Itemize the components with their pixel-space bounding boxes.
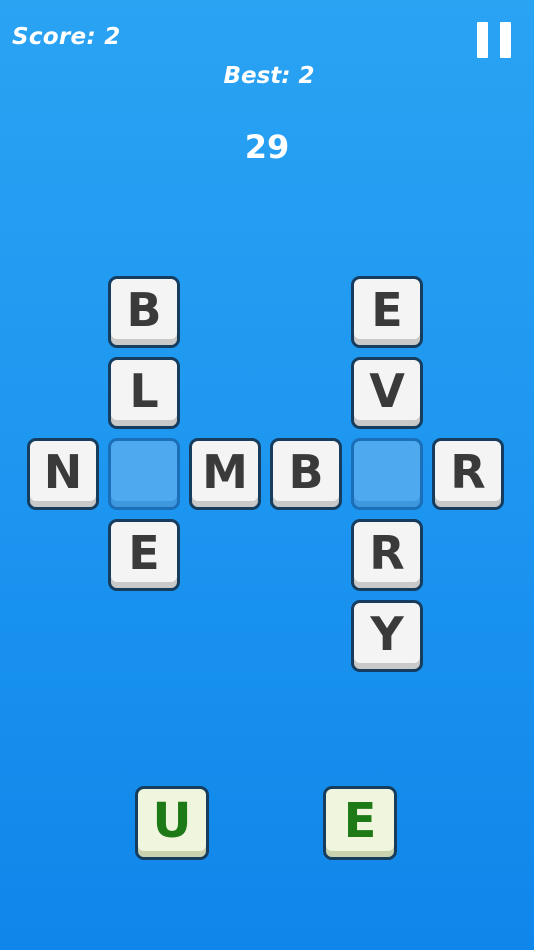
board-tile: B — [108, 276, 180, 348]
pause-icon-bar — [500, 22, 511, 58]
empty-slot[interactable] — [351, 438, 423, 510]
score-label: Score: 2 — [12, 24, 121, 50]
hand-letter-tile[interactable]: U — [135, 786, 209, 860]
board-tile: E — [351, 276, 423, 348]
hand-letter-tile[interactable]: E — [323, 786, 397, 860]
pause-button[interactable] — [475, 22, 513, 58]
board-tile: R — [432, 438, 504, 510]
pause-icon — [477, 22, 488, 58]
board-tile: B — [270, 438, 342, 510]
board-tile: R — [351, 519, 423, 591]
board-tile: M — [189, 438, 261, 510]
board-tile: Y — [351, 600, 423, 672]
empty-slot[interactable] — [108, 438, 180, 510]
board-tile: L — [108, 357, 180, 429]
board-tile: E — [108, 519, 180, 591]
countdown-timer: 29 — [244, 128, 290, 166]
board-tile: N — [27, 438, 99, 510]
board-tile: V — [351, 357, 423, 429]
best-score-label: Best: 2 — [223, 63, 315, 89]
